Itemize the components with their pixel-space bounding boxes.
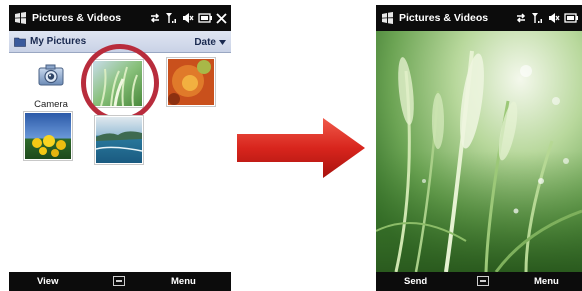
folder-dropdown[interactable]: My Pictures [30, 36, 86, 47]
menu-softkey[interactable]: Menu [534, 276, 559, 287]
connectivity-icon[interactable] [515, 12, 527, 24]
full-photo-grass[interactable] [376, 31, 582, 272]
signal-icon[interactable] [165, 12, 178, 24]
camera-icon [38, 64, 64, 86]
left-screen: Pictures & Videos My Pictures Date Camer… [9, 0, 231, 291]
softkey-bar: Send Menu [376, 272, 582, 291]
camera-tile[interactable]: Camera [28, 60, 74, 110]
volume-icon[interactable] [182, 12, 194, 24]
thumbnail-yellow-flowers[interactable] [24, 112, 72, 160]
battery-icon[interactable] [198, 12, 212, 24]
selection-highlight [81, 44, 159, 122]
statusbar: Pictures & Videos [376, 5, 582, 31]
app-title: Pictures & Videos [32, 12, 122, 24]
app-title: Pictures & Videos [399, 12, 489, 24]
menu-softkey[interactable]: Menu [171, 276, 196, 287]
volume-icon[interactable] [548, 12, 560, 24]
sort-label: Date [194, 36, 216, 48]
statusbar: Pictures & Videos [9, 5, 231, 31]
camera-label: Camera [34, 99, 68, 110]
close-icon[interactable] [216, 12, 227, 24]
arrow-right-icon [237, 118, 365, 178]
softkey-bar: View Menu [9, 272, 231, 291]
view-softkey[interactable]: View [37, 276, 58, 287]
thumbnail-seascape[interactable] [95, 116, 143, 164]
right-screen: Pictures & Videos Send Menu [376, 0, 582, 291]
thumbnail-orange-flower[interactable] [167, 58, 215, 106]
sort-dropdown[interactable]: Date [194, 31, 226, 53]
keyboard-icon[interactable] [113, 276, 125, 286]
signal-icon[interactable] [531, 12, 544, 24]
folder-icon [14, 37, 26, 47]
windows-logo-icon[interactable] [14, 12, 27, 24]
connectivity-icon[interactable] [149, 12, 161, 24]
chevron-down-icon [219, 39, 226, 45]
windows-logo-icon[interactable] [381, 12, 394, 24]
battery-icon[interactable] [564, 12, 578, 24]
send-softkey[interactable]: Send [404, 276, 427, 287]
keyboard-icon[interactable] [477, 276, 489, 286]
thumbnail-grid: Camera [9, 44, 231, 272]
